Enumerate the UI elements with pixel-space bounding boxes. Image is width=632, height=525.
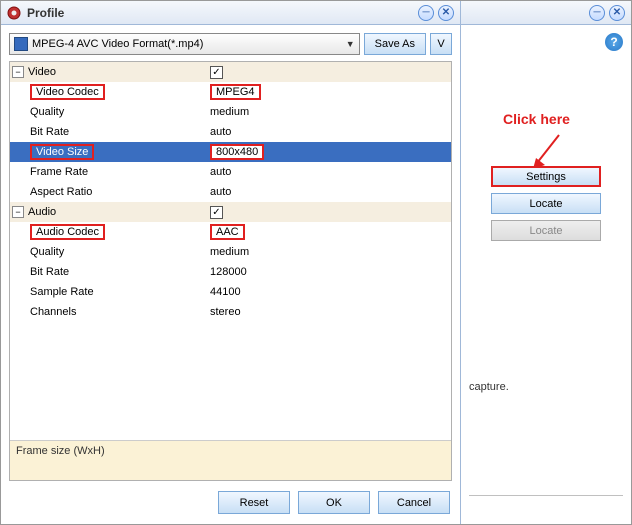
dialog-buttons: Reset OK Cancel bbox=[1, 481, 460, 524]
minimize-button[interactable]: ─ bbox=[418, 5, 434, 21]
audio-checkbox[interactable]: ✓ bbox=[210, 206, 223, 219]
reset-button[interactable]: Reset bbox=[218, 491, 290, 514]
locate-disabled-button: Locate bbox=[491, 220, 601, 241]
audio-quality-row[interactable]: Quality medium bbox=[10, 242, 451, 262]
audio-codec-label: Audio Codec bbox=[30, 224, 105, 240]
audio-codec-row[interactable]: Audio Codec AAC bbox=[10, 222, 451, 242]
format-text: MPEG-4 AVC Video Format(*.mp4) bbox=[32, 38, 346, 50]
video-bitrate-row[interactable]: Bit Rate auto bbox=[10, 122, 451, 142]
channels-row[interactable]: Channels stereo bbox=[10, 302, 451, 322]
video-quality-row[interactable]: Quality medium bbox=[10, 102, 451, 122]
capture-text: capture. bbox=[469, 381, 509, 393]
framerate-row[interactable]: Frame Rate auto bbox=[10, 162, 451, 182]
bitrate-value: auto bbox=[210, 126, 231, 138]
quality-label: Quality bbox=[30, 106, 64, 118]
video-size-row[interactable]: Video Size 800x480 bbox=[10, 142, 451, 162]
samplerate-value: 44100 bbox=[210, 286, 241, 298]
instruction-text: Click here bbox=[503, 111, 570, 127]
framerate-label: Frame Rate bbox=[30, 166, 88, 178]
aspect-label: Aspect Ratio bbox=[30, 186, 92, 198]
abitrate-label: Bit Rate bbox=[30, 266, 69, 278]
video-checkbox[interactable]: ✓ bbox=[210, 66, 223, 79]
right-panel: ─ ✕ ? Click here Settings Locate Locate … bbox=[461, 1, 631, 524]
hint-box: Frame size (WxH) bbox=[10, 440, 451, 480]
close-button[interactable]: ✕ bbox=[609, 5, 625, 21]
settings-grid: − Video ✓ Video Codec MPEG4 Quality medi… bbox=[9, 61, 452, 481]
video-codec-label: Video Codec bbox=[30, 84, 105, 100]
video-group-header[interactable]: − Video ✓ bbox=[10, 62, 451, 82]
titlebar: Profile ─ ✕ bbox=[1, 1, 460, 25]
quality-value: medium bbox=[210, 106, 249, 118]
aspect-value: auto bbox=[210, 186, 231, 198]
settings-button[interactable]: Settings bbox=[491, 166, 601, 187]
audio-bitrate-row[interactable]: Bit Rate 128000 bbox=[10, 262, 451, 282]
framerate-value: auto bbox=[210, 166, 231, 178]
cancel-button[interactable]: Cancel bbox=[378, 491, 450, 514]
format-row: MPEG-4 AVC Video Format(*.mp4) ▼ Save As… bbox=[1, 25, 460, 61]
audio-group-header[interactable]: − Audio ✓ bbox=[10, 202, 451, 222]
format-icon bbox=[14, 37, 28, 51]
video-codec-row[interactable]: Video Codec MPEG4 bbox=[10, 82, 451, 102]
video-size-label: Video Size bbox=[30, 144, 94, 160]
video-size-value: 800x480 bbox=[210, 144, 264, 160]
aspect-row[interactable]: Aspect Ratio auto bbox=[10, 182, 451, 202]
samplerate-row[interactable]: Sample Rate 44100 bbox=[10, 282, 451, 302]
hint-text: Frame size (WxH) bbox=[16, 445, 105, 457]
window-title: Profile bbox=[27, 6, 414, 20]
divider bbox=[469, 495, 623, 496]
audio-label: Audio bbox=[28, 206, 56, 218]
video-label: Video bbox=[28, 66, 56, 78]
locate-button[interactable]: Locate bbox=[491, 193, 601, 214]
audio-codec-value: AAC bbox=[210, 224, 245, 240]
abitrate-value: 128000 bbox=[210, 266, 247, 278]
samplerate-label: Sample Rate bbox=[30, 286, 94, 298]
collapse-icon[interactable]: − bbox=[12, 206, 24, 218]
right-content: Click here Settings Locate Locate captur… bbox=[461, 51, 631, 524]
bitrate-label: Bit Rate bbox=[30, 126, 69, 138]
v-button[interactable]: V bbox=[430, 33, 452, 55]
app-icon bbox=[7, 6, 21, 20]
grid-body: − Video ✓ Video Codec MPEG4 Quality medi… bbox=[10, 62, 451, 440]
save-as-button[interactable]: Save As bbox=[364, 33, 426, 55]
right-titlebar: ─ ✕ bbox=[461, 1, 631, 25]
profile-panel: Profile ─ ✕ MPEG-4 AVC Video Format(*.mp… bbox=[1, 1, 461, 524]
channels-value: stereo bbox=[210, 306, 241, 318]
chevron-down-icon: ▼ bbox=[346, 39, 355, 49]
format-dropdown[interactable]: MPEG-4 AVC Video Format(*.mp4) ▼ bbox=[9, 33, 360, 55]
ok-button[interactable]: OK bbox=[298, 491, 370, 514]
channels-label: Channels bbox=[30, 306, 76, 318]
aquality-label: Quality bbox=[30, 246, 64, 258]
collapse-icon[interactable]: − bbox=[12, 66, 24, 78]
help-icon[interactable]: ? bbox=[605, 33, 623, 51]
side-buttons: Settings Locate Locate bbox=[491, 166, 601, 247]
close-button[interactable]: ✕ bbox=[438, 5, 454, 21]
video-codec-value: MPEG4 bbox=[210, 84, 261, 100]
aquality-value: medium bbox=[210, 246, 249, 258]
minimize-button[interactable]: ─ bbox=[589, 5, 605, 21]
